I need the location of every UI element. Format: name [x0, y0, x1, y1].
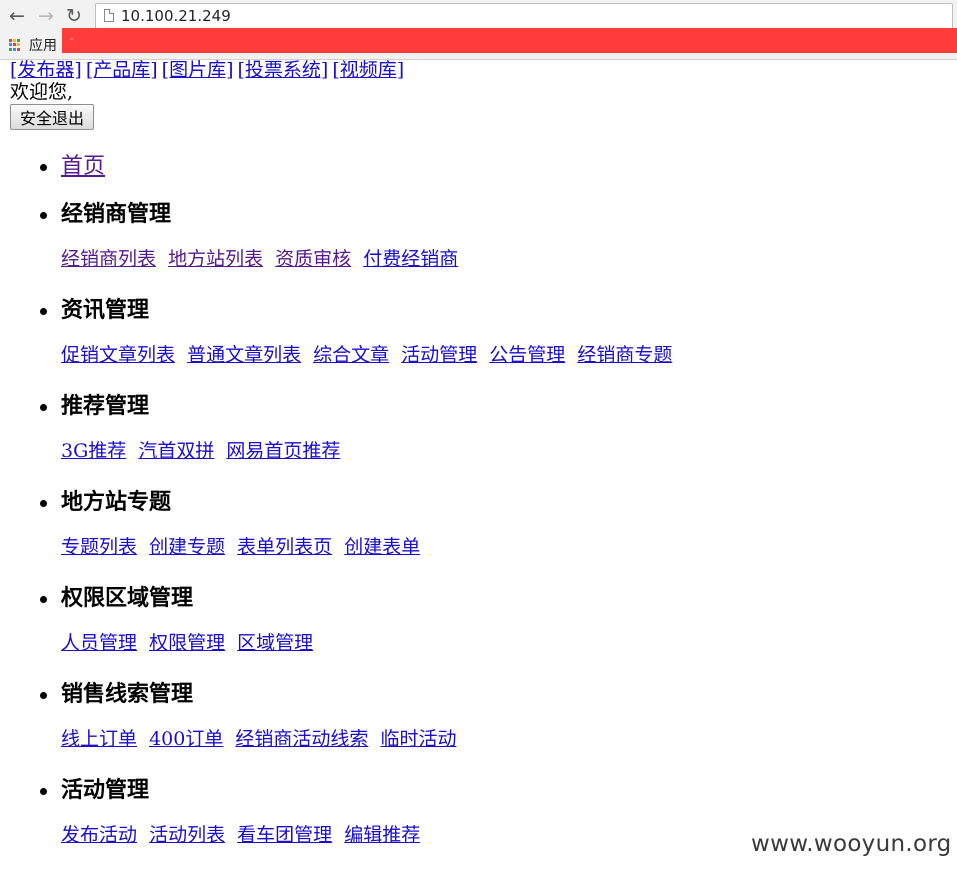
link-permission-management[interactable]: 权限管理	[149, 632, 225, 654]
apps-label[interactable]: 应用	[29, 35, 57, 55]
apps-grid-icon[interactable]	[9, 39, 21, 51]
link-dealer-list[interactable]: 经销商列表	[61, 248, 156, 270]
link-auto-home-dual[interactable]: 汽首双拼	[138, 440, 214, 462]
link-activity-management[interactable]: 活动管理	[401, 344, 477, 366]
link-temporary-activity[interactable]: 临时活动	[380, 728, 456, 750]
main-menu: 首页 经销商管理 经销商列表 地方站列表 资质审核 付费经销商 资讯管理 促销文…	[0, 59, 957, 875]
bullet	[40, 212, 47, 219]
browser-chrome: ← → ↻ 10.100.21.249 应用 -	[0, 0, 957, 60]
link-local-site-list[interactable]: 地方站列表	[168, 248, 263, 270]
link-qualification-review[interactable]: 资质审核	[275, 248, 351, 270]
bullet	[40, 596, 47, 603]
url-text: 10.100.21.249	[121, 7, 231, 25]
home-link[interactable]: 首页	[61, 154, 105, 179]
link-online-orders[interactable]: 线上订单	[61, 728, 137, 750]
menu-heading: 地方站专题	[61, 489, 172, 515]
bullet	[40, 404, 47, 411]
link-announcement-management[interactable]: 公告管理	[489, 344, 565, 366]
link-promo-article-list[interactable]: 促销文章列表	[61, 344, 175, 366]
forward-arrow-icon[interactable]: →	[34, 4, 58, 28]
menu-heading: 推荐管理	[61, 393, 150, 419]
link-form-list[interactable]: 表单列表页	[237, 536, 332, 558]
link-editor-recommend[interactable]: 编辑推荐	[344, 824, 420, 846]
page-content: [发布器] [产品库] [图片库] [投票系统] [视频库] 欢迎您, 安全退出 首页 …	[0, 59, 957, 875]
bullet	[40, 164, 47, 171]
menu-links: 经销商列表 地方站列表 资质审核 付费经销商	[61, 247, 464, 271]
menu-links: 专题列表 创建专题 表单列表页 创建表单	[61, 535, 426, 559]
bullet	[40, 308, 47, 315]
page-icon	[104, 9, 114, 22]
link-3g-recommend[interactable]: 3G推荐	[61, 440, 126, 462]
link-activity-list[interactable]: 活动列表	[149, 824, 225, 846]
link-staff-management[interactable]: 人员管理	[61, 632, 137, 654]
bullet	[40, 500, 47, 507]
menu-heading: 活动管理	[61, 777, 150, 803]
bullet	[40, 692, 47, 699]
menu-links: 3G推荐 汽首双拼 网易首页推荐	[61, 439, 346, 463]
bullet	[40, 788, 47, 795]
link-400-orders[interactable]: 400订单	[149, 728, 223, 750]
link-netease-home-recommend[interactable]: 网易首页推荐	[226, 440, 340, 462]
link-dealer-activity-leads[interactable]: 经销商活动线索	[235, 728, 368, 750]
back-arrow-icon[interactable]: ←	[5, 4, 29, 28]
menu-links: 人员管理 权限管理 区域管理	[61, 631, 319, 655]
redaction-bar: -	[62, 28, 957, 53]
watermark: www.wooyun.org	[751, 831, 952, 857]
link-topic-list[interactable]: 专题列表	[61, 536, 137, 558]
menu-heading: 首页	[61, 151, 105, 182]
link-create-form[interactable]: 创建表单	[344, 536, 420, 558]
link-normal-article-list[interactable]: 普通文章列表	[187, 344, 301, 366]
link-create-topic[interactable]: 创建专题	[149, 536, 225, 558]
menu-links: 发布活动 活动列表 看车团管理 编辑推荐	[61, 823, 426, 847]
menu-heading: 销售线索管理	[61, 681, 194, 707]
menu-links: 促销文章列表 普通文章列表 综合文章 活动管理 公告管理 经销商专题	[61, 343, 678, 367]
menu-heading: 经销商管理	[61, 201, 172, 227]
address-bar[interactable]: 10.100.21.249	[95, 3, 953, 29]
menu-heading: 资讯管理	[61, 297, 150, 323]
redaction-mark: -	[70, 34, 74, 45]
reload-icon[interactable]: ↻	[62, 4, 86, 28]
link-general-article[interactable]: 综合文章	[313, 344, 389, 366]
menu-links: 线上订单 400订单 经销商活动线索 临时活动	[61, 727, 462, 751]
link-publish-activity[interactable]: 发布活动	[61, 824, 137, 846]
menu-heading: 权限区域管理	[61, 585, 194, 611]
link-car-viewing-group[interactable]: 看车团管理	[237, 824, 332, 846]
link-region-management[interactable]: 区域管理	[237, 632, 313, 654]
link-dealer-topic[interactable]: 经销商专题	[577, 344, 672, 366]
link-paid-dealer[interactable]: 付费经销商	[363, 248, 458, 270]
